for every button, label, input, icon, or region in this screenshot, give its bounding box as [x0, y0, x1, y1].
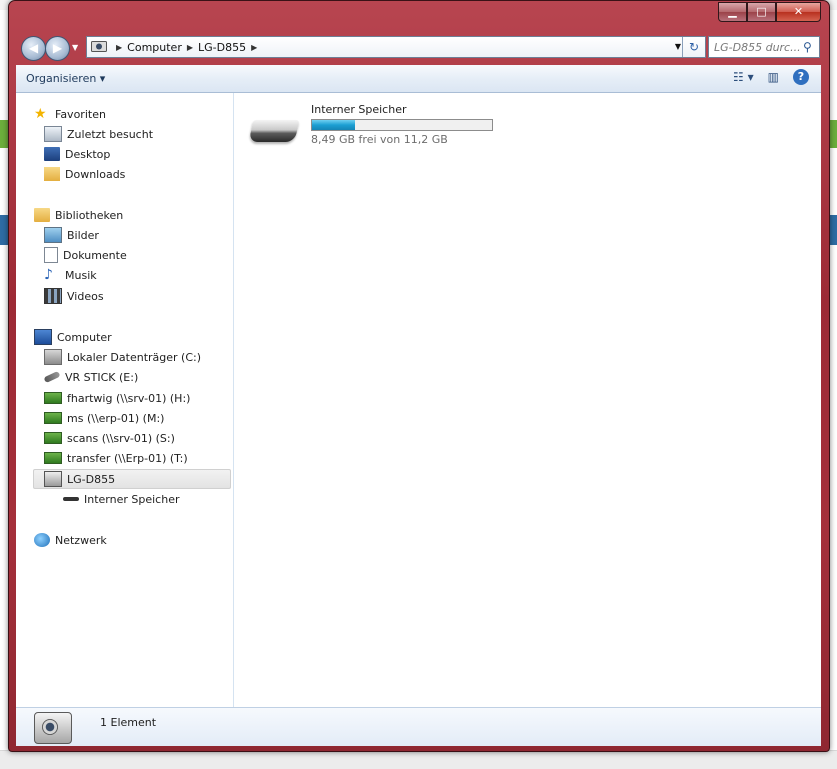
- nav-item-label: Downloads: [65, 167, 126, 181]
- drive-free-space: 8,49 GB frei von 11,2 GB: [311, 133, 448, 146]
- nav-item-recent[interactable]: Zuletzt besucht: [44, 125, 153, 143]
- network-globe-icon: [34, 533, 50, 547]
- search-input[interactable]: LG-D855 durc...: [709, 41, 803, 54]
- breadcrumb-lg-d855[interactable]: LG-D855: [198, 41, 246, 54]
- storage-drive-icon: [63, 497, 79, 501]
- nav-favorites[interactable]: ★ Favoriten: [34, 105, 106, 123]
- nav-item-videos[interactable]: Videos: [44, 287, 104, 305]
- breadcrumb-separator-icon[interactable]: ▶: [187, 43, 193, 52]
- recent-places-icon: [44, 126, 62, 142]
- nav-item-label: Interner Speicher: [84, 492, 180, 506]
- camera-device-icon: [44, 471, 62, 487]
- nav-item-label: Zuletzt besucht: [67, 127, 154, 141]
- drive-usage-fill: [312, 120, 356, 130]
- help-icon[interactable]: ?: [793, 69, 809, 85]
- music-note-icon: ♪: [44, 267, 53, 283]
- nav-item-downloads[interactable]: Downloads: [44, 165, 125, 183]
- downloads-folder-icon: [44, 167, 60, 181]
- nav-computer[interactable]: Computer: [34, 328, 112, 346]
- star-icon: ★: [34, 106, 47, 122]
- nav-item-documents[interactable]: Dokumente: [44, 246, 127, 264]
- computer-icon: [34, 329, 52, 345]
- navigation-pane: ★ Favoriten Zuletzt besucht Desktop Down…: [16, 93, 234, 707]
- details-pane: 1 Element: [16, 707, 821, 746]
- organize-button[interactable]: Organisieren ▾: [26, 72, 105, 85]
- phone-device-icon: [91, 40, 107, 55]
- nav-item-label: transfer (\\Erp-01) (T:): [67, 451, 188, 465]
- view-options-icon[interactable]: ☷ ▾: [733, 70, 754, 84]
- breadcrumb-separator-icon[interactable]: ▶: [251, 43, 257, 52]
- nav-item-label: Musik: [65, 268, 97, 282]
- breadcrumb-computer[interactable]: Computer: [127, 41, 182, 54]
- storage-drive-icon: [248, 120, 300, 142]
- desktop-icon: [44, 147, 60, 161]
- network-drive-icon: [44, 412, 62, 424]
- nav-network[interactable]: Netzwerk: [34, 531, 107, 549]
- command-bar: Organisieren ▾ ☷ ▾ ▥ ?: [16, 65, 821, 93]
- close-button[interactable]: ✕: [776, 2, 821, 22]
- back-button[interactable]: ◀: [21, 36, 46, 61]
- nav-item-label: Lokaler Datenträger (C:): [67, 350, 202, 364]
- nav-libraries-label: Bibliotheken: [55, 208, 124, 222]
- nav-item-label: Dokumente: [63, 248, 127, 262]
- nav-computer-label: Computer: [57, 330, 112, 344]
- nav-item-drive-h[interactable]: fhartwig (\\srv-01) (H:): [44, 389, 190, 407]
- item-count: 1 Element: [100, 716, 157, 729]
- network-drive-icon: [44, 392, 62, 404]
- nav-item-drive-s[interactable]: scans (\\srv-01) (S:): [44, 429, 175, 447]
- video-film-icon: [44, 288, 62, 304]
- caption-buttons: ▁ □ ✕: [718, 2, 821, 22]
- maximize-button[interactable]: □: [747, 2, 776, 22]
- usb-stick-icon: [43, 370, 61, 384]
- nav-libraries[interactable]: Bibliotheken: [34, 206, 123, 224]
- camera-device-icon: [34, 712, 72, 744]
- search-icon[interactable]: ⚲: [803, 40, 819, 54]
- nav-item-label: scans (\\srv-01) (S:): [67, 431, 175, 445]
- nav-item-pictures[interactable]: Bilder: [44, 226, 99, 244]
- recent-pages-dropdown[interactable]: ▼: [72, 43, 78, 52]
- nav-item-lg-d855[interactable]: LG-D855: [33, 469, 231, 489]
- drive-usage-bar: [311, 119, 493, 131]
- nav-network-label: Netzwerk: [55, 533, 107, 547]
- nav-item-label: LG-D855: [67, 472, 116, 486]
- network-drive-icon: [44, 432, 62, 444]
- nav-item-music[interactable]: ♪ Musik: [44, 266, 97, 284]
- drive-name: Interner Speicher: [311, 103, 407, 116]
- preview-pane-icon[interactable]: ▥: [768, 70, 779, 84]
- nav-item-label: Videos: [67, 289, 104, 303]
- nav-item-label: VR STICK (E:): [65, 370, 139, 384]
- nav-item-drive-t[interactable]: transfer (\\Erp-01) (T:): [44, 449, 188, 467]
- nav-item-internal-storage[interactable]: Interner Speicher: [63, 490, 179, 508]
- background-taskbar: [0, 750, 837, 769]
- nav-favorites-label: Favoriten: [55, 107, 106, 121]
- nav-item-desktop[interactable]: Desktop: [44, 145, 110, 163]
- libraries-icon: [34, 208, 50, 222]
- network-drive-icon: [44, 452, 62, 464]
- nav-item-label: Bilder: [67, 228, 99, 242]
- nav-item-drive-c[interactable]: Lokaler Datenträger (C:): [44, 348, 201, 366]
- hard-drive-icon: [44, 349, 62, 365]
- address-dropdown-icon[interactable]: ▼: [675, 42, 681, 51]
- nav-item-drive-e[interactable]: VR STICK (E:): [43, 368, 139, 386]
- nav-item-label: Desktop: [65, 147, 111, 161]
- address-bar[interactable]: ▶ Computer ▶ LG-D855 ▶ ▼ ↻: [86, 36, 706, 58]
- explorer-window: ▁ □ ✕ ◀ ▶ ▼ ▶ Computer ▶ LG-D855 ▶ ▼ ↻ L…: [8, 0, 830, 752]
- nav-item-label: ms (\\erp-01) (M:): [67, 411, 165, 425]
- nav-item-drive-m[interactable]: ms (\\erp-01) (M:): [44, 409, 164, 427]
- minimize-button[interactable]: ▁: [718, 2, 747, 22]
- forward-button[interactable]: ▶: [45, 36, 70, 61]
- content-pane: Interner Speicher 8,49 GB frei von 11,2 …: [234, 93, 821, 707]
- refresh-icon[interactable]: ↻: [682, 37, 705, 57]
- documents-icon: [44, 247, 58, 263]
- drive-tile-internal-storage[interactable]: Interner Speicher 8,49 GB frei von 11,2 …: [248, 103, 511, 153]
- pictures-icon: [44, 227, 62, 243]
- search-box[interactable]: LG-D855 durc... ⚲: [708, 36, 820, 58]
- nav-item-label: fhartwig (\\srv-01) (H:): [67, 391, 191, 405]
- breadcrumb-separator-icon[interactable]: ▶: [116, 43, 122, 52]
